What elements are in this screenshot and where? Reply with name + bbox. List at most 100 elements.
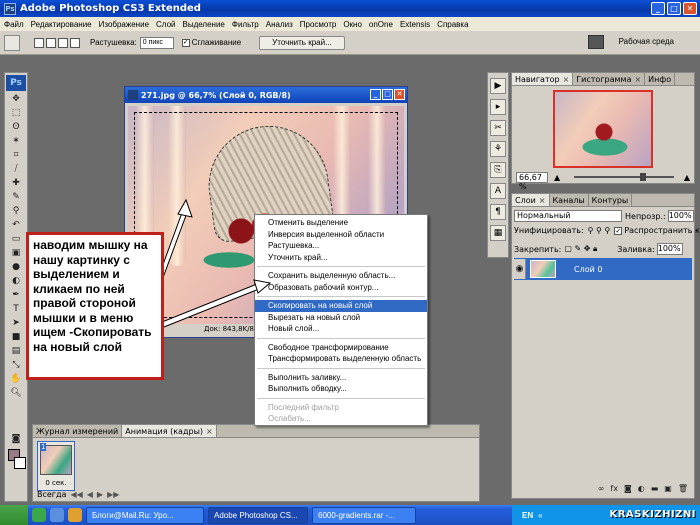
language-indicator[interactable]: EN: [522, 511, 533, 520]
new-layer-icon[interactable]: ▣: [664, 484, 672, 493]
menu-item-transform-selection[interactable]: Трансформировать выделенную область: [255, 353, 427, 365]
workspace-menu[interactable]: Рабочая среда: [619, 37, 674, 46]
menu-window[interactable]: Окно: [343, 20, 362, 29]
tab-channels[interactable]: Каналы: [550, 194, 589, 206]
menu-item-inverse[interactable]: Инверсия выделенной области: [255, 229, 427, 241]
lasso-tool-preset-icon[interactable]: [4, 34, 20, 51]
adjustment-layer-icon[interactable]: ◐: [638, 484, 645, 493]
menu-edit[interactable]: Редактирование: [31, 20, 92, 29]
path-selection-icon[interactable]: ➤: [9, 317, 23, 329]
next-frame-icon[interactable]: ▶▶: [107, 490, 119, 499]
magic-wand-icon[interactable]: ✶: [9, 135, 23, 147]
menu-item-layer-via-cut[interactable]: Вырезать на новый слой: [255, 312, 427, 324]
shape-tool-icon[interactable]: ■: [9, 331, 23, 343]
visibility-eye-icon[interactable]: ◉: [514, 259, 526, 279]
zoom-tool-icon[interactable]: 🔍︎: [9, 387, 23, 399]
delete-layer-icon[interactable]: 🗑︎: [678, 484, 688, 493]
ie-icon[interactable]: [50, 508, 64, 522]
doc-maximize-button[interactable]: □: [382, 89, 393, 100]
tab-navigator[interactable]: Навигатор ×: [512, 73, 574, 85]
first-frame-icon[interactable]: ◀◀: [70, 490, 82, 499]
menu-item-refine-edge[interactable]: Уточнить край...: [255, 252, 427, 264]
minimize-button[interactable]: _: [651, 2, 665, 15]
close-button[interactable]: ✕: [683, 2, 697, 15]
refine-edge-button[interactable]: Уточнить край...: [259, 35, 345, 50]
eyedropper-tool-icon[interactable]: ⤡: [9, 359, 23, 371]
unify-icons[interactable]: ⚲ ⚲ ⚲: [588, 226, 611, 235]
dodge-tool-icon[interactable]: ◐: [9, 275, 23, 287]
menu-item-new-layer[interactable]: Новый слой...: [255, 323, 427, 335]
tab-info[interactable]: Инфо: [645, 73, 676, 85]
menu-item-stroke[interactable]: Выполнить обводку...: [255, 383, 427, 395]
paragraph-panel-icon[interactable]: ¶: [490, 204, 506, 220]
tab-measurement-log[interactable]: Журнал измерений: [33, 425, 123, 437]
add-to-selection-icon[interactable]: [46, 37, 56, 48]
menu-image[interactable]: Изображение: [99, 20, 149, 29]
tab-paths[interactable]: Контуры: [589, 194, 633, 206]
blur-tool-icon[interactable]: ●: [9, 261, 23, 273]
tool-presets-icon[interactable]: ✂: [490, 120, 506, 136]
layer-style-icon[interactable]: fx: [610, 484, 618, 493]
opacity-input[interactable]: 100%: [667, 210, 694, 222]
menu-extensis[interactable]: Extensis: [400, 20, 430, 29]
link-layers-icon[interactable]: ∞: [598, 484, 605, 493]
menu-item-fill[interactable]: Выполнить заливку...: [255, 372, 427, 384]
menu-file[interactable]: Файл: [4, 20, 24, 29]
lasso-tool-icon[interactable]: ʘ: [9, 121, 23, 133]
marquee-tool-icon[interactable]: ⬚: [9, 107, 23, 119]
lock-icons[interactable]: ▢ ✎ ✥ 🔒︎: [564, 244, 597, 254]
menu-item-layer-via-copy[interactable]: Скопировать на новый слой: [255, 300, 427, 312]
history-brush-icon[interactable]: ↶: [9, 219, 23, 231]
subtract-selection-icon[interactable]: [58, 37, 68, 48]
prev-frame-icon[interactable]: ◀: [87, 490, 93, 499]
zoom-in-icon[interactable]: ▲: [684, 173, 690, 182]
document-title-bar[interactable]: 271.jpg @ 66,7% (Слой 0, RGB/8) _ □ ✕: [125, 87, 407, 103]
type-tool-icon[interactable]: T: [9, 303, 23, 315]
tab-layers[interactable]: Слои ×: [512, 194, 550, 206]
layer-mask-icon[interactable]: ◙: [624, 484, 632, 493]
pen-tool-icon[interactable]: ✒: [9, 289, 23, 301]
menu-layer[interactable]: Слой: [156, 20, 175, 29]
hand-tool-icon[interactable]: ✋: [9, 373, 23, 385]
zoom-slider[interactable]: [574, 173, 674, 181]
menu-item-make-work-path[interactable]: Образовать рабочий контур...: [255, 282, 427, 294]
tray-arrow-icon[interactable]: «: [538, 511, 542, 520]
quick-mask-icon[interactable]: ◙: [9, 433, 23, 445]
zoom-out-icon[interactable]: ▲: [554, 173, 560, 182]
menu-item-free-transform[interactable]: Свободное трансформирование: [255, 342, 427, 354]
new-selection-icon[interactable]: [34, 37, 44, 48]
frame-delay[interactable]: 0 сек.: [38, 479, 74, 487]
menu-select[interactable]: Выделение: [182, 20, 224, 29]
antialias-checkbox[interactable]: ✓: [181, 38, 190, 47]
task-rar-archive[interactable]: 6000-gradients.rar -...: [312, 506, 416, 524]
play-icon[interactable]: ▶: [97, 490, 103, 499]
navigator-preview[interactable]: [553, 90, 653, 168]
doc-close-button[interactable]: ✕: [394, 89, 405, 100]
history-panel-icon[interactable]: ▶: [490, 78, 506, 94]
character-panel-icon[interactable]: A: [490, 183, 506, 199]
healing-brush-icon[interactable]: ✚: [9, 177, 23, 189]
background-color-swatch[interactable]: [14, 457, 26, 469]
tab-animation-frames[interactable]: Анимация (кадры) ×: [122, 425, 217, 437]
quicklaunch-icon[interactable]: [32, 508, 46, 522]
move-tool-icon[interactable]: ✥: [9, 93, 23, 105]
firefox-icon[interactable]: [68, 508, 82, 522]
layer-comps-icon[interactable]: ▦: [490, 225, 506, 241]
eraser-tool-icon[interactable]: ▭: [9, 233, 23, 245]
bridge-icon[interactable]: [588, 35, 604, 49]
menu-filter[interactable]: Фильтр: [232, 20, 259, 29]
gradient-tool-icon[interactable]: ▣: [9, 247, 23, 259]
fill-input[interactable]: 100%: [656, 243, 683, 255]
notes-tool-icon[interactable]: ▤: [9, 345, 23, 357]
animation-frame[interactable]: 1 0 сек.: [37, 441, 75, 491]
navigator-zoom-field[interactable]: 66,67 %: [516, 171, 548, 191]
crop-tool-icon[interactable]: ⌗: [9, 149, 23, 161]
clone-source-icon[interactable]: ⎘: [490, 162, 506, 178]
task-photoshop[interactable]: Adobe Photoshop CS...: [208, 506, 308, 524]
menu-item-deselect[interactable]: Отменить выделение: [255, 217, 427, 229]
blend-mode-select[interactable]: Нормальный: [514, 210, 622, 222]
menu-help[interactable]: Справка: [437, 20, 468, 29]
propagate-checkbox[interactable]: ✓: [614, 226, 623, 235]
menu-view[interactable]: Просмотр: [300, 20, 337, 29]
brushes-panel-icon[interactable]: ⚘: [490, 141, 506, 157]
